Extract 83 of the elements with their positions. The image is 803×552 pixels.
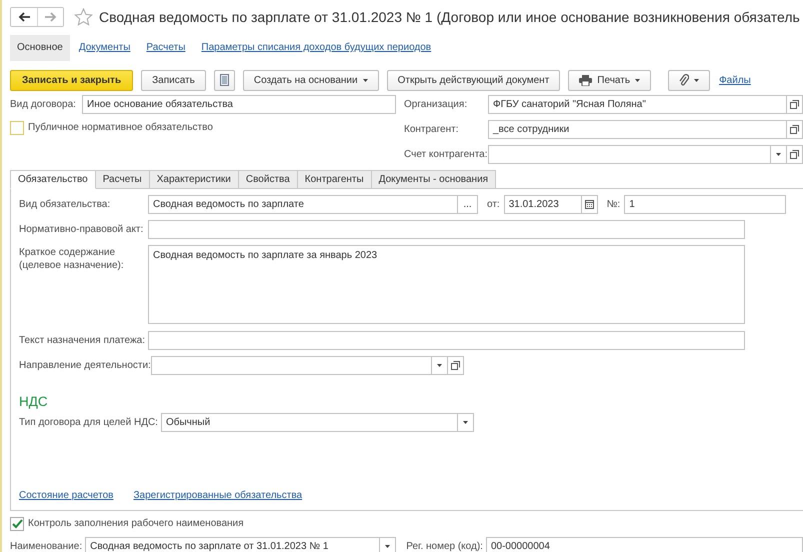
attach-button[interactable] bbox=[668, 70, 710, 90]
section-tab[interactable]: Основное bbox=[10, 35, 70, 61]
toolbar-button[interactable]: Открыть действующий документ bbox=[386, 70, 560, 90]
menu-button[interactable]: Создать на основании bbox=[242, 70, 379, 90]
contract-type-field[interactable]: Иное основание обязательства bbox=[82, 95, 396, 114]
obligation-type-field[interactable]: Сводная ведомость по зарплате bbox=[148, 195, 458, 214]
dropdown-button[interactable] bbox=[771, 145, 787, 164]
field-label: Тип договора для целей НДС: bbox=[19, 416, 158, 430]
account-field[interactable] bbox=[488, 145, 771, 164]
open-button[interactable] bbox=[787, 95, 803, 114]
field-label: №: bbox=[606, 198, 620, 212]
payment-purpose-field[interactable] bbox=[148, 331, 745, 350]
section-tab[interactable]: Документы bbox=[72, 35, 138, 61]
tab[interactable]: Контрагенты bbox=[298, 170, 372, 189]
paperclip-icon bbox=[679, 74, 690, 86]
field-label: от: bbox=[487, 198, 500, 212]
open-window-icon bbox=[790, 125, 799, 134]
open-button[interactable] bbox=[787, 145, 803, 164]
caret-icon bbox=[694, 78, 700, 82]
open-button[interactable] bbox=[448, 356, 464, 375]
organization-field[interactable]: ФГБУ санаторий "Ясная Поляна" bbox=[488, 95, 787, 114]
legal-act-field[interactable] bbox=[148, 220, 745, 239]
open-window-icon bbox=[790, 150, 799, 159]
window-title: Сводная ведомость по зарплате от 31.01.2023 № 1 (Договор или иное основание возникновения обязатель bbox=[99, 8, 800, 27]
field-label: Счет контрагента: bbox=[404, 148, 488, 162]
reg-number-field[interactable]: 00-00000004 bbox=[486, 537, 803, 552]
caret-icon bbox=[462, 421, 468, 424]
dropdown-button[interactable] bbox=[432, 356, 448, 375]
arrow-icon bbox=[18, 12, 30, 22]
tab[interactable]: Свойства bbox=[238, 170, 298, 189]
caret-icon bbox=[436, 364, 442, 367]
dropdown-button[interactable] bbox=[458, 413, 474, 432]
link[interactable]: Зарегистрированные обязательства bbox=[133, 488, 302, 503]
tab[interactable]: Обязательство bbox=[10, 170, 96, 189]
number-field[interactable]: 1 bbox=[624, 195, 786, 214]
dropdown-button[interactable] bbox=[380, 537, 396, 552]
section-tab[interactable]: Расчеты bbox=[139, 35, 192, 61]
toolbar-button[interactable]: Записать bbox=[141, 70, 206, 90]
summary-textarea[interactable]: Сводная ведомость по зарплате за январь 2023 bbox=[148, 245, 745, 324]
activity-field[interactable] bbox=[150, 356, 432, 375]
files-link[interactable]: Файлы bbox=[719, 72, 751, 88]
open-button[interactable] bbox=[787, 120, 803, 139]
field-label: Нормативно-правовой акт: bbox=[19, 223, 144, 237]
tab[interactable]: Характеристики bbox=[150, 170, 239, 189]
checkbox-label: Контроль заполнения рабочего наименования bbox=[28, 517, 244, 531]
checkbox-label: Публичное нормативное обязательство bbox=[28, 121, 213, 135]
checkbox[interactable] bbox=[10, 120, 24, 134]
field-label: Контрагент: bbox=[404, 123, 460, 137]
caret-icon bbox=[635, 78, 640, 82]
choice-button[interactable]: ... bbox=[458, 195, 478, 214]
section-heading: НДС bbox=[19, 393, 49, 411]
caret-icon bbox=[385, 545, 390, 548]
check-icon bbox=[12, 518, 22, 528]
save-and-close-button[interactable]: Записать и закрыть bbox=[10, 70, 134, 90]
printer-icon bbox=[579, 74, 592, 86]
field-label: Текст назначения платежа: bbox=[19, 334, 146, 348]
field-label: Наименование: bbox=[10, 540, 82, 552]
field-label: Вид договора: bbox=[10, 98, 77, 112]
field-label: Организация: bbox=[404, 98, 468, 112]
date-field[interactable]: 31.01.2023 bbox=[504, 195, 582, 214]
name-field[interactable]: Сводная ведомость по зарплате от 31.01.2023 № 1 bbox=[85, 537, 380, 552]
open-window-icon bbox=[450, 361, 460, 370]
link[interactable]: Состояние расчетов bbox=[19, 488, 114, 503]
checkbox[interactable] bbox=[10, 516, 24, 530]
caret-icon bbox=[362, 78, 368, 82]
field-label: Краткое содержание (целевое назначение): bbox=[19, 246, 125, 273]
section-tab[interactable]: Параметры списания доходов будущих периодов bbox=[194, 35, 438, 61]
list-button[interactable] bbox=[214, 70, 235, 90]
tab[interactable]: Расчеты bbox=[96, 170, 150, 189]
open-window-icon bbox=[790, 100, 799, 109]
calendar-button[interactable] bbox=[582, 195, 598, 214]
field-label: Направление деятельности: bbox=[19, 359, 151, 373]
vat-contract-type-field[interactable]: Обычный bbox=[160, 413, 458, 432]
caret-icon bbox=[776, 153, 781, 156]
field-label: Вид обязательства: bbox=[19, 198, 112, 212]
star-icon[interactable] bbox=[74, 8, 93, 26]
counterparty-field[interactable]: _все сотрудники bbox=[488, 120, 787, 139]
arrow-icon bbox=[44, 12, 57, 22]
field-label: Рег. номер (код): bbox=[406, 540, 483, 552]
calendar-icon bbox=[584, 200, 594, 209]
print-button[interactable]: Печать bbox=[568, 70, 652, 90]
tab[interactable]: Документы - основания bbox=[372, 170, 496, 189]
list-icon bbox=[220, 74, 229, 86]
